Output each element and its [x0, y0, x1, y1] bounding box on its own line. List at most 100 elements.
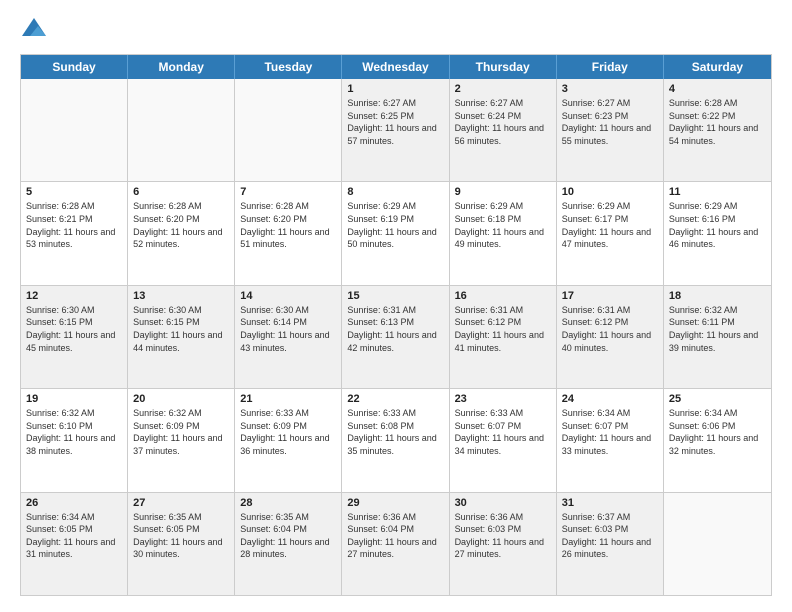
- weekday-header: Monday: [128, 55, 235, 79]
- calendar-cell: 11Sunrise: 6:29 AMSunset: 6:16 PMDayligh…: [664, 182, 771, 284]
- calendar-cell: 22Sunrise: 6:33 AMSunset: 6:08 PMDayligh…: [342, 389, 449, 491]
- cell-details: Sunrise: 6:37 AMSunset: 6:03 PMDaylight:…: [562, 511, 658, 561]
- calendar-body: 1 Sunrise: 6:27 AMSunset: 6:25 PMDaylight…: [21, 79, 771, 595]
- cell-details: Sunrise: 6:32 AMSunset: 6:11 PMDaylight:…: [669, 304, 766, 354]
- calendar-cell: 18 Sunrise: 6:32 AMSunset: 6:11 PMDayligh…: [664, 286, 771, 388]
- day-number: 17: [562, 290, 658, 302]
- calendar-cell: 8 Sunrise: 6:29 AMSunset: 6:19 PMDaylight…: [342, 182, 449, 284]
- calendar-row: 1 Sunrise: 6:27 AMSunset: 6:25 PMDaylight…: [21, 79, 771, 182]
- calendar-cell: 19Sunrise: 6:32 AMSunset: 6:10 PMDayligh…: [21, 389, 128, 491]
- day-number: 4: [669, 83, 766, 95]
- day-number: 24: [562, 393, 658, 405]
- calendar-cell: 13 Sunrise: 6:30 AMSunset: 6:15 PMDayligh…: [128, 286, 235, 388]
- cell-details: Sunrise: 6:27 AMSunset: 6:25 PMDaylight:…: [347, 97, 443, 147]
- cell-details: Sunrise: 6:30 AMSunset: 6:14 PMDaylight:…: [240, 304, 336, 354]
- cell-details: Sunrise: 6:29 AMSunset: 6:19 PMDaylight:…: [347, 200, 443, 250]
- calendar-cell: 30Sunrise: 6:36 AMSunset: 6:03 PMDayligh…: [450, 493, 557, 595]
- cell-details: Sunrise: 6:36 AMSunset: 6:04 PMDaylight:…: [347, 511, 443, 561]
- cell-details: Sunrise: 6:36 AMSunset: 6:03 PMDaylight:…: [455, 511, 551, 561]
- page: SundayMondayTuesdayWednesdayThursdayFrid…: [0, 0, 792, 612]
- calendar-cell: 5 Sunrise: 6:28 AMSunset: 6:21 PMDaylight…: [21, 182, 128, 284]
- logo-icon: [20, 16, 48, 44]
- calendar-cell: [235, 79, 342, 181]
- cell-details: Sunrise: 6:31 AMSunset: 6:13 PMDaylight:…: [347, 304, 443, 354]
- calendar-cell: 20 Sunrise: 6:32 AMSunset: 6:09 PMDayligh…: [128, 389, 235, 491]
- day-number: 28: [240, 497, 336, 509]
- cell-details: Sunrise: 6:29 AMSunset: 6:17 PMDaylight:…: [562, 200, 658, 250]
- calendar-cell: 1 Sunrise: 6:27 AMSunset: 6:25 PMDaylight…: [342, 79, 449, 181]
- cell-details: Sunrise: 6:31 AMSunset: 6:12 PMDaylight:…: [455, 304, 551, 354]
- calendar-row: 5 Sunrise: 6:28 AMSunset: 6:21 PMDaylight…: [21, 182, 771, 285]
- calendar: SundayMondayTuesdayWednesdayThursdayFrid…: [20, 54, 772, 596]
- cell-details: Sunrise: 6:30 AMSunset: 6:15 PMDaylight:…: [26, 304, 122, 354]
- day-number: 29: [347, 497, 443, 509]
- calendar-cell: 28 Sunrise: 6:35 AMSunset: 6:04 PMDayligh…: [235, 493, 342, 595]
- day-number: 16: [455, 290, 551, 302]
- day-number: 13: [133, 290, 229, 302]
- weekday-header: Saturday: [664, 55, 771, 79]
- calendar-row: 12 Sunrise: 6:30 AMSunset: 6:15 PMDayligh…: [21, 286, 771, 389]
- cell-details: Sunrise: 6:35 AMSunset: 6:05 PMDaylight:…: [133, 511, 229, 561]
- day-number: 25: [669, 393, 766, 405]
- calendar-cell: 17 Sunrise: 6:31 AMSunset: 6:12 PMDayligh…: [557, 286, 664, 388]
- calendar-cell: 14Sunrise: 6:30 AMSunset: 6:14 PMDayligh…: [235, 286, 342, 388]
- calendar-row: 26 Sunrise: 6:34 AMSunset: 6:05 PMDayligh…: [21, 493, 771, 595]
- calendar-cell: 2Sunrise: 6:27 AMSunset: 6:24 PMDaylight…: [450, 79, 557, 181]
- calendar-cell: 3 Sunrise: 6:27 AMSunset: 6:23 PMDaylight…: [557, 79, 664, 181]
- day-number: 6: [133, 186, 229, 198]
- day-number: 15: [347, 290, 443, 302]
- calendar-cell: 4 Sunrise: 6:28 AMSunset: 6:22 PMDaylight…: [664, 79, 771, 181]
- day-number: 7: [240, 186, 336, 198]
- cell-details: Sunrise: 6:28 AMSunset: 6:21 PMDaylight:…: [26, 200, 122, 250]
- calendar-cell: 23Sunrise: 6:33 AMSunset: 6:07 PMDayligh…: [450, 389, 557, 491]
- cell-details: Sunrise: 6:27 AMSunset: 6:23 PMDaylight:…: [562, 97, 658, 147]
- calendar-cell: [128, 79, 235, 181]
- day-number: 11: [669, 186, 766, 198]
- cell-details: Sunrise: 6:34 AMSunset: 6:07 PMDaylight:…: [562, 407, 658, 457]
- day-number: 12: [26, 290, 122, 302]
- weekday-header: Friday: [557, 55, 664, 79]
- cell-details: Sunrise: 6:28 AMSunset: 6:22 PMDaylight:…: [669, 97, 766, 147]
- cell-details: Sunrise: 6:31 AMSunset: 6:12 PMDaylight:…: [562, 304, 658, 354]
- cell-details: Sunrise: 6:33 AMSunset: 6:08 PMDaylight:…: [347, 407, 443, 457]
- cell-details: Sunrise: 6:34 AMSunset: 6:06 PMDaylight:…: [669, 407, 766, 457]
- calendar-cell: [664, 493, 771, 595]
- calendar-cell: 26 Sunrise: 6:34 AMSunset: 6:05 PMDayligh…: [21, 493, 128, 595]
- day-number: 21: [240, 393, 336, 405]
- calendar-cell: 12 Sunrise: 6:30 AMSunset: 6:15 PMDayligh…: [21, 286, 128, 388]
- day-number: 18: [669, 290, 766, 302]
- header: [20, 16, 772, 44]
- cell-details: Sunrise: 6:35 AMSunset: 6:04 PMDaylight:…: [240, 511, 336, 561]
- day-number: 5: [26, 186, 122, 198]
- calendar-header: SundayMondayTuesdayWednesdayThursdayFrid…: [21, 55, 771, 79]
- day-number: 20: [133, 393, 229, 405]
- day-number: 26: [26, 497, 122, 509]
- weekday-header: Tuesday: [235, 55, 342, 79]
- calendar-cell: 10 Sunrise: 6:29 AMSunset: 6:17 PMDayligh…: [557, 182, 664, 284]
- logo: [20, 16, 52, 44]
- day-number: 3: [562, 83, 658, 95]
- calendar-cell: 24 Sunrise: 6:34 AMSunset: 6:07 PMDayligh…: [557, 389, 664, 491]
- calendar-cell: 29 Sunrise: 6:36 AMSunset: 6:04 PMDayligh…: [342, 493, 449, 595]
- day-number: 27: [133, 497, 229, 509]
- day-number: 8: [347, 186, 443, 198]
- day-number: 10: [562, 186, 658, 198]
- day-number: 1: [347, 83, 443, 95]
- weekday-header: Thursday: [450, 55, 557, 79]
- cell-details: Sunrise: 6:34 AMSunset: 6:05 PMDaylight:…: [26, 511, 122, 561]
- cell-details: Sunrise: 6:32 AMSunset: 6:09 PMDaylight:…: [133, 407, 229, 457]
- calendar-cell: 15 Sunrise: 6:31 AMSunset: 6:13 PMDayligh…: [342, 286, 449, 388]
- calendar-cell: 27 Sunrise: 6:35 AMSunset: 6:05 PMDayligh…: [128, 493, 235, 595]
- weekday-header: Wednesday: [342, 55, 449, 79]
- cell-details: Sunrise: 6:33 AMSunset: 6:07 PMDaylight:…: [455, 407, 551, 457]
- day-number: 19: [26, 393, 122, 405]
- cell-details: Sunrise: 6:29 AMSunset: 6:18 PMDaylight:…: [455, 200, 551, 250]
- cell-details: Sunrise: 6:30 AMSunset: 6:15 PMDaylight:…: [133, 304, 229, 354]
- cell-details: Sunrise: 6:33 AMSunset: 6:09 PMDaylight:…: [240, 407, 336, 457]
- cell-details: Sunrise: 6:27 AMSunset: 6:24 PMDaylight:…: [455, 97, 551, 147]
- weekday-header: Sunday: [21, 55, 128, 79]
- calendar-cell: 16 Sunrise: 6:31 AMSunset: 6:12 PMDayligh…: [450, 286, 557, 388]
- calendar-row: 19Sunrise: 6:32 AMSunset: 6:10 PMDayligh…: [21, 389, 771, 492]
- cell-details: Sunrise: 6:28 AMSunset: 6:20 PMDaylight:…: [133, 200, 229, 250]
- cell-details: Sunrise: 6:28 AMSunset: 6:20 PMDaylight:…: [240, 200, 336, 250]
